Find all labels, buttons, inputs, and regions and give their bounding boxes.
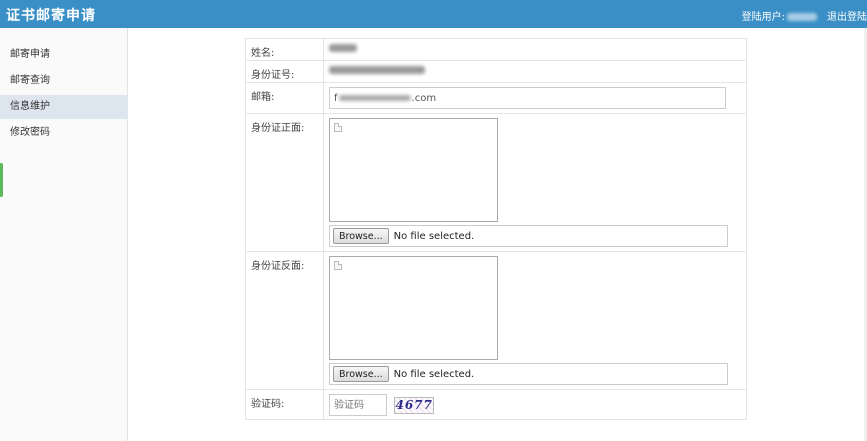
top-header-bar: 证书邮寄申请 登陆用户: 退出登陆 <box>0 0 867 28</box>
broken-image-icon <box>334 261 342 270</box>
id-front-file-status: No file selected. <box>393 230 475 242</box>
id-back-label: 身份证反面: <box>245 251 324 390</box>
email-label: 邮箱: <box>245 82 324 114</box>
app-title: 证书邮寄申请 <box>6 8 96 24</box>
email-cell: f .com <box>323 82 747 114</box>
logged-in-user-name <box>787 13 817 21</box>
captcha-label: 验证码: <box>245 389 324 420</box>
logged-in-user-label: 登陆用户: <box>741 12 785 23</box>
sidebar-item-change-password[interactable]: 修改密码 <box>0 121 128 145</box>
captcha-image[interactable]: 4677 <box>394 396 435 414</box>
id-front-label: 身份证正面: <box>245 113 324 252</box>
email-hidden-part <box>338 95 411 101</box>
id-front-file-input[interactable]: Browse... No file selected. <box>329 225 728 247</box>
info-form: 姓名: 身份证号: 邮箱: f .com 身份证正面: Browse... No … <box>245 38 747 420</box>
id-front-browse-button[interactable]: Browse... <box>333 228 389 244</box>
captcha-input[interactable] <box>329 394 387 416</box>
logout-link[interactable]: 退出登陆 <box>827 12 867 23</box>
id-back-preview <box>329 256 498 360</box>
captcha-cell: 4677 <box>323 389 747 420</box>
id-back-file-input[interactable]: Browse... No file selected. <box>329 363 728 385</box>
user-area: 登陆用户: 退出登陆 <box>742 8 867 23</box>
email-suffix: .com <box>411 93 437 104</box>
name-value <box>329 44 357 52</box>
id-back-file-status: No file selected. <box>393 368 475 380</box>
email-field[interactable]: f .com <box>329 87 726 109</box>
id-number-value <box>329 66 425 74</box>
sidebar-item-mail-query[interactable]: 邮寄查询 <box>0 69 128 93</box>
green-side-tab[interactable] <box>0 163 3 197</box>
name-value-cell <box>323 38 747 61</box>
id-back-browse-button[interactable]: Browse... <box>333 366 389 382</box>
id-front-preview <box>329 118 498 222</box>
sidebar: 邮寄申请 邮寄查询 信息维护 修改密码 <box>0 28 128 441</box>
id-number-value-cell <box>323 60 747 83</box>
id-number-label: 身份证号: <box>245 60 324 83</box>
sidebar-item-info-maintenance[interactable]: 信息维护 <box>0 95 128 119</box>
broken-image-icon <box>334 123 342 132</box>
email-prefix: f <box>334 93 338 104</box>
name-label: 姓名: <box>245 38 324 61</box>
id-back-cell: Browse... No file selected. <box>323 251 747 390</box>
sidebar-item-mail-apply[interactable]: 邮寄申请 <box>0 43 128 67</box>
id-front-cell: Browse... No file selected. <box>323 113 747 252</box>
